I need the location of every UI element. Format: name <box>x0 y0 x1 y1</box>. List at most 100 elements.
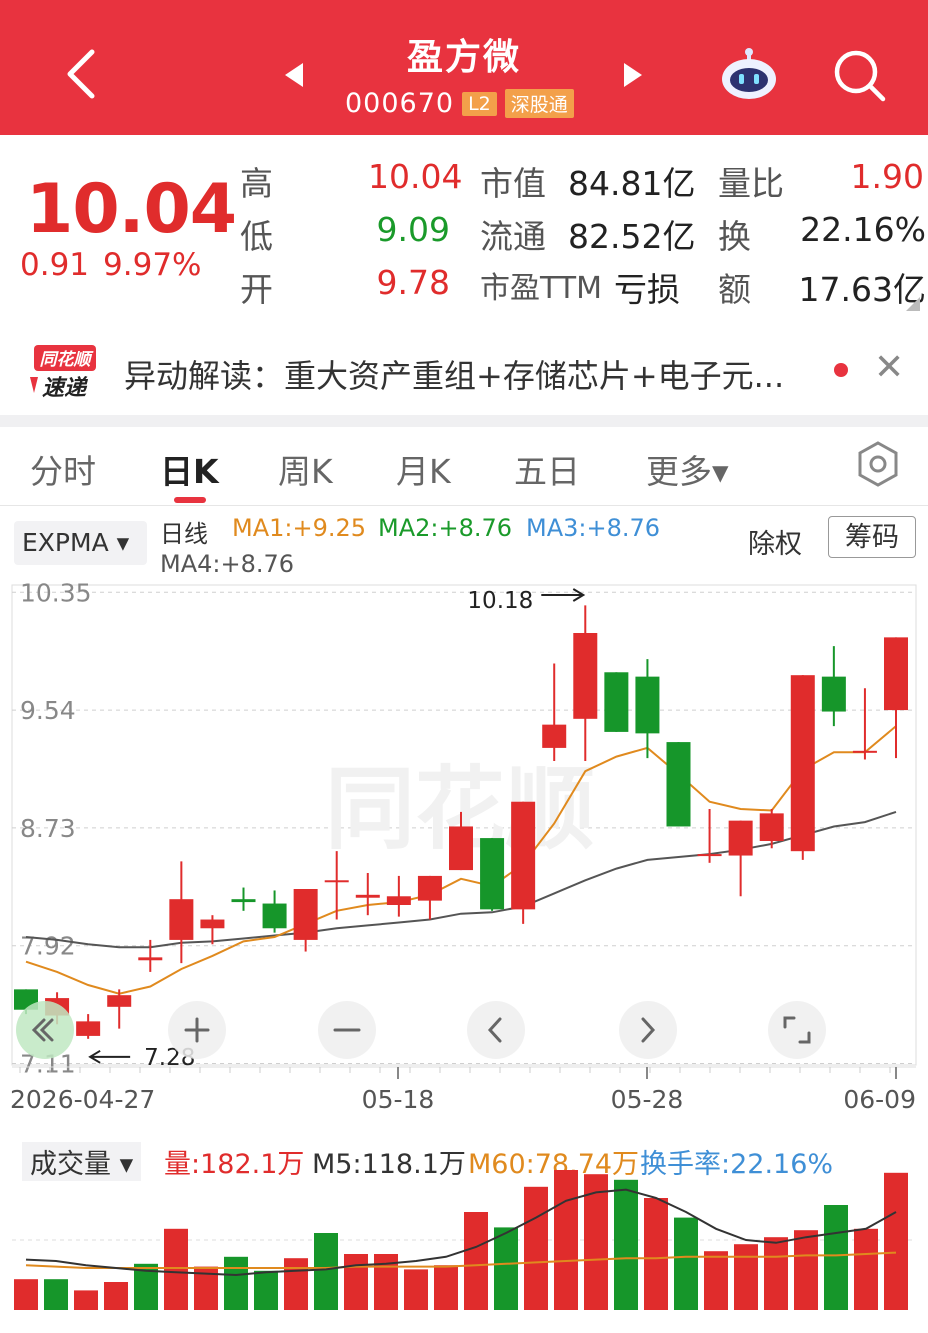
rewind-button[interactable] <box>16 1001 74 1059</box>
volume-bar <box>464 1212 488 1310</box>
ma2-value: MA2:+8.76 <box>378 514 513 542</box>
assistant-robot-icon[interactable] <box>718 45 780 101</box>
period-label: 日线 <box>160 520 208 548</box>
pe-label: 市盈TTM <box>480 271 603 306</box>
unread-dot <box>834 363 848 377</box>
y-tick-label: 8.73 <box>20 814 76 843</box>
next-stock-icon[interactable] <box>622 62 644 88</box>
candle-body <box>293 889 318 940</box>
volume-ratio-value: 1.90 <box>850 157 924 196</box>
period-tabs: 分时 日K 周K 月K 五日 更多▾ <box>0 427 928 506</box>
scroll-left-button[interactable] <box>467 1001 525 1059</box>
candle-body <box>542 724 567 748</box>
settings-hex-icon[interactable] <box>856 440 900 488</box>
volume-bar <box>764 1237 788 1310</box>
logo-top-text: 同花顺 <box>40 350 95 370</box>
x-tick-label: 05-18 <box>362 1085 435 1114</box>
volume-bar <box>704 1251 728 1310</box>
high-label: 高 <box>240 164 273 203</box>
volume-chart[interactable] <box>0 1130 928 1333</box>
y-tick-label: 9.54 <box>20 696 76 725</box>
volume-bar <box>14 1279 38 1310</box>
pe-value: 亏损 <box>614 270 680 309</box>
candle-body <box>790 675 815 852</box>
open-value: 9.78 <box>376 263 450 302</box>
active-tab-underline <box>174 497 206 503</box>
candle-body <box>262 903 287 929</box>
mcap-label: 市值 <box>480 164 546 203</box>
volume-bar <box>734 1244 758 1310</box>
tab-five-day[interactable]: 五日 <box>514 445 580 493</box>
volume-bar <box>254 1270 278 1310</box>
volume-bar <box>104 1282 128 1310</box>
candle-body <box>511 801 536 910</box>
low-label: 低 <box>240 217 273 256</box>
float-value: 82.52亿 <box>568 217 696 256</box>
search-icon[interactable] <box>832 48 886 102</box>
logo-bottom-text: 速递 <box>42 375 89 401</box>
candle-body <box>852 750 877 753</box>
amount-label: 额 <box>718 270 751 309</box>
candle-body <box>635 676 660 734</box>
y-tick-label: 7.92 <box>20 932 76 961</box>
volume-bar <box>344 1254 368 1310</box>
candle-body <box>604 672 629 732</box>
chips-button[interactable]: 筹码 <box>828 516 916 558</box>
app-header: 盈方微 000670 L2 深股通 <box>0 0 928 135</box>
change-percent: 9.97% <box>103 247 202 283</box>
section-divider <box>0 415 928 427</box>
indicator-dropdown[interactable]: EXPMA ▾ <box>14 521 147 565</box>
quote-panel: 10.04 0.91 9.97% 高 10.04 低 9.09 开 9.78 市值… <box>0 135 928 325</box>
candle-body <box>355 894 380 898</box>
tab-weekly-k[interactable]: 周K <box>278 445 333 493</box>
tab-monthly-k[interactable]: 月K <box>396 445 451 493</box>
candle-body <box>200 919 225 929</box>
low-arrow <box>88 1049 131 1064</box>
float-label: 流通 <box>480 217 546 256</box>
candle-body <box>697 854 722 857</box>
volume-bar <box>434 1265 458 1310</box>
turnover-label: 换 <box>718 217 751 256</box>
candle-body <box>666 742 691 827</box>
candle-body <box>449 826 473 871</box>
volume-bar <box>284 1258 308 1310</box>
tab-daily-k[interactable]: 日K <box>160 445 219 493</box>
scroll-right-button[interactable] <box>619 1001 677 1059</box>
x-tick-label: 2026-04-27 <box>10 1085 155 1114</box>
candle-body <box>107 995 132 1007</box>
volume-ratio-label: 量比 <box>718 164 784 203</box>
candle-body <box>231 899 256 903</box>
tab-more[interactable]: 更多▾ <box>646 445 729 493</box>
volume-bar <box>494 1227 518 1310</box>
volume-bar <box>314 1233 338 1310</box>
ex-rights-button[interactable]: 除权 <box>748 522 802 561</box>
high-annotation: 10.18 <box>467 588 533 614</box>
volume-bar <box>74 1290 98 1310</box>
price-change: 0.91 9.97% <box>20 247 216 283</box>
kline-chart[interactable]: 10.359.548.737.927.11同花顺10.187.282026-04… <box>0 580 928 1140</box>
ma3-value: MA3:+8.76 <box>526 514 661 542</box>
volume-bar <box>164 1228 188 1310</box>
volume-bar <box>224 1256 248 1310</box>
candle-body <box>138 957 163 961</box>
connect-badge: 深股通 <box>504 89 574 118</box>
news-banner[interactable]: 同花顺 速递 异动解读：重大资产重组+存储芯片+电子元... ✕ <box>0 325 928 415</box>
high-value: 10.04 <box>368 157 463 196</box>
y-tick-label: 10.35 <box>20 580 92 607</box>
candle-body <box>76 1021 101 1036</box>
candle-body <box>728 820 753 856</box>
close-icon[interactable]: ✕ <box>874 347 904 388</box>
tab-intraday[interactable]: 分时 <box>30 445 96 493</box>
volume-bar <box>794 1230 818 1310</box>
candle-body <box>759 813 784 841</box>
stock-subtitle: 000670 L2 深股通 <box>345 88 574 119</box>
fullscreen-button[interactable] <box>768 1001 826 1059</box>
x-tick-label: 06-09 <box>843 1085 916 1114</box>
candle-body <box>480 838 505 910</box>
news-text[interactable]: 异动解读：重大资产重组+存储芯片+电子元... <box>124 351 784 397</box>
high-arrow <box>541 588 586 602</box>
candle-body <box>573 633 598 719</box>
expand-corner-icon[interactable] <box>906 297 920 311</box>
candle-body <box>169 899 194 940</box>
turnover-value: 22.16% <box>800 210 926 249</box>
